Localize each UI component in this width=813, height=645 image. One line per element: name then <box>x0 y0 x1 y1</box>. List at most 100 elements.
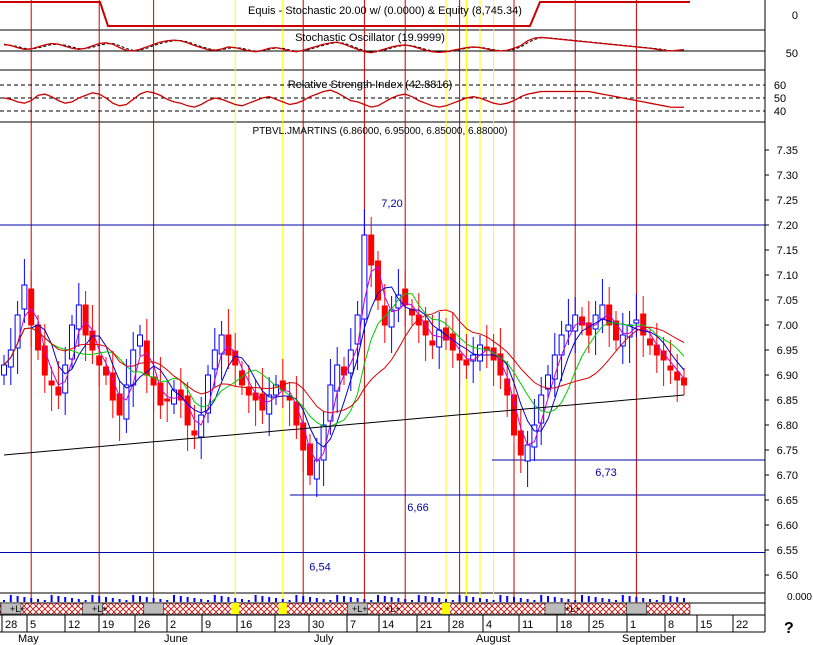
candle-body <box>524 444 531 462</box>
volume-bar <box>553 597 556 602</box>
volume-bar <box>458 595 461 602</box>
candle-body <box>7 349 14 368</box>
candle-body <box>211 349 218 370</box>
volume-bar <box>322 599 325 602</box>
x-month-label: May <box>18 633 39 645</box>
candle-body <box>681 377 687 386</box>
volume-bar <box>390 597 393 602</box>
volume-bar <box>404 599 407 602</box>
candle-body <box>266 394 273 415</box>
price-y-tick: 7.00 <box>777 320 798 332</box>
volume-bar <box>628 596 631 602</box>
volume-bar <box>567 599 570 602</box>
volume-bar <box>295 595 298 602</box>
x-day-label: 4 <box>486 619 492 631</box>
volume-bar <box>594 597 597 602</box>
price-y-tick: 7.05 <box>777 295 798 307</box>
volume-bar <box>220 596 223 602</box>
candle-body <box>674 371 681 381</box>
candle-body <box>62 364 69 394</box>
volume-bar <box>513 597 515 602</box>
x-day-label: 16 <box>240 619 252 631</box>
x-day-label: 12 <box>68 619 80 631</box>
level-label: 6,54 <box>309 562 330 574</box>
volume-bar <box>50 595 53 602</box>
volume-bar <box>213 595 216 602</box>
x-day-label: 28 <box>5 619 17 631</box>
x-month-label: August <box>476 633 510 645</box>
candle-body <box>619 334 626 347</box>
candle-body <box>429 340 436 346</box>
x-day-label: 15 <box>700 619 712 631</box>
volume-bar <box>485 599 488 602</box>
candle-body <box>157 382 164 406</box>
volume-bar <box>16 596 19 602</box>
volume-bar <box>9 595 12 602</box>
volume-bar <box>186 597 189 602</box>
x-day-label: 28 <box>452 619 464 631</box>
price-y-tick: 6.60 <box>777 520 798 532</box>
rsi-y-tick: 60 <box>774 80 786 92</box>
x-day-label: 9 <box>205 619 211 631</box>
candle-body <box>137 334 143 347</box>
price-y-tick: 7.25 <box>777 195 798 207</box>
volume-bar <box>363 599 366 602</box>
volume-bar <box>261 596 264 602</box>
equity-y-tick: 0 <box>792 10 798 22</box>
x-day-label: 2 <box>170 619 176 631</box>
x-day-label: 19 <box>102 619 114 631</box>
candle-body <box>28 288 35 326</box>
price-y-tick: 7.30 <box>777 170 798 182</box>
candle-body <box>191 430 198 436</box>
signal-strip-block <box>143 602 165 615</box>
volume-bar <box>241 599 243 602</box>
x-month-label: June <box>164 633 188 645</box>
equity-title: Equis - Stochastic 20.00 w/ (0.0000) & E… <box>248 5 522 17</box>
signal-strip-label: +L+ <box>352 604 368 614</box>
volume-bar <box>23 597 26 602</box>
volume-bar <box>683 598 685 602</box>
help-icon[interactable]: ? <box>784 620 794 638</box>
signal-strip-label: +L+ <box>10 604 26 614</box>
x-day-label: 26 <box>138 619 150 631</box>
stochastic-title: Stochastic Oscillator (19.9999) <box>295 32 445 44</box>
volume-bar <box>281 599 284 602</box>
candle-body <box>388 309 395 328</box>
candle-body <box>633 319 640 324</box>
signal-strip-yellow <box>231 603 240 614</box>
candle-body <box>599 304 606 320</box>
volume-bar <box>349 597 352 602</box>
x-day-label: 7 <box>350 619 356 631</box>
price-y-tick: 7.20 <box>777 220 798 232</box>
stock-chart: 7,206,736,666,54 +L+ +L+ +L+ +L+ +L+28 5 12 19 2… <box>0 0 813 645</box>
volume-bar <box>615 600 617 602</box>
rsi-y-tick: 50 <box>774 93 786 105</box>
volume-bar <box>57 596 60 602</box>
candle-body <box>75 304 82 330</box>
candle-body <box>381 305 388 326</box>
x-day-label: 1 <box>630 619 636 631</box>
x-month-label: September <box>622 633 676 645</box>
candle-body <box>82 304 89 336</box>
candle-body <box>354 314 361 345</box>
price-y-tick: 6.95 <box>777 345 798 357</box>
volume-bar <box>547 596 549 602</box>
candle-body <box>463 359 470 366</box>
level-label: 6,66 <box>407 502 428 514</box>
volume-bar <box>309 597 311 602</box>
volume-bar <box>533 600 536 602</box>
signal-strip-label: +L+ <box>565 604 581 614</box>
volume-bar <box>411 600 413 602</box>
volume-bar <box>37 599 39 602</box>
volume-bar <box>173 595 175 602</box>
level-label: 6,73 <box>595 467 616 479</box>
volume-bar <box>105 597 107 602</box>
x-day-label: 25 <box>592 619 604 631</box>
volume-bar <box>343 596 345 602</box>
price-title: PTBVL.JMARTINS (6.86000, 6.95000, 6.8500… <box>253 126 508 137</box>
volume-bar <box>465 596 468 602</box>
candle-body <box>647 338 653 346</box>
price-y-tick: 6.85 <box>777 395 798 407</box>
volume-bar <box>329 600 332 602</box>
candle-body <box>1 364 7 376</box>
